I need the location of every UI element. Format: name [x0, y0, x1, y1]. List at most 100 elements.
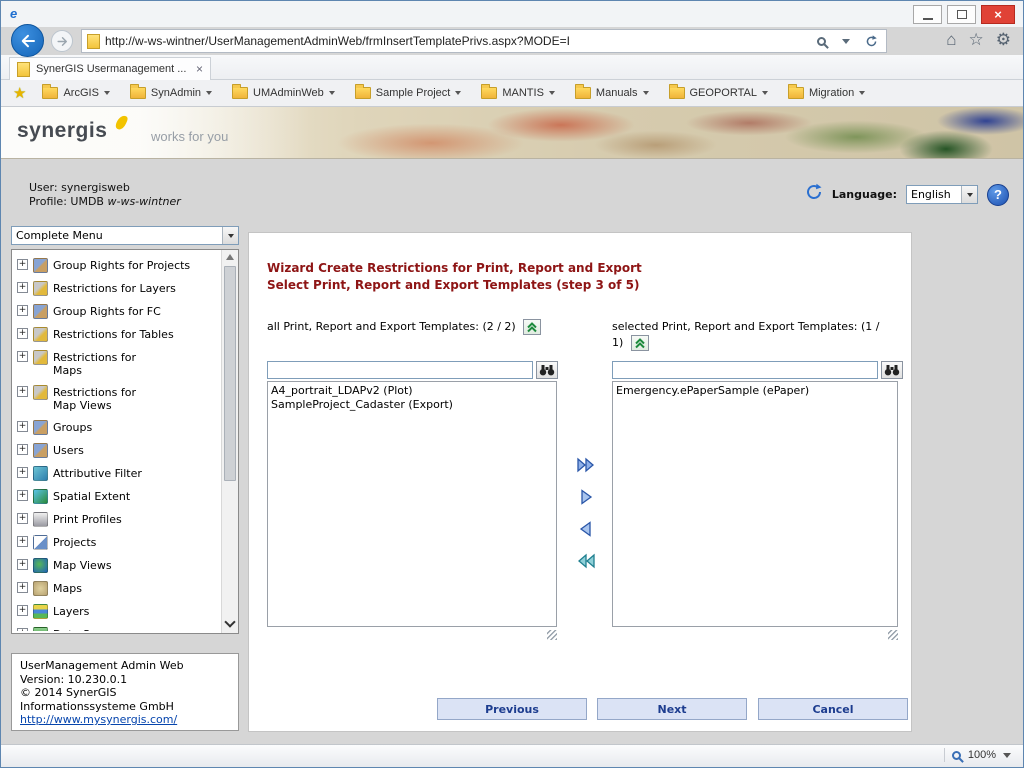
- back-button[interactable]: [11, 24, 44, 57]
- search-all-templates-button[interactable]: [536, 361, 558, 379]
- favorites-icon[interactable]: ☆: [969, 30, 984, 50]
- favorites-item-label: Sample Project: [376, 87, 451, 99]
- home-icon[interactable]: ⌂: [946, 30, 956, 50]
- all-templates-label: all Print, Report and Export Templates: …: [267, 319, 549, 335]
- forward-button[interactable]: [51, 30, 73, 52]
- tree-item[interactable]: Maps: [15, 577, 219, 600]
- settings-gear-icon[interactable]: ⚙: [996, 30, 1011, 50]
- expand-plus-icon[interactable]: [17, 513, 28, 524]
- expand-plus-icon[interactable]: [17, 582, 28, 593]
- refresh-icon[interactable]: [861, 31, 881, 51]
- scroll-down-icon[interactable]: [224, 616, 235, 627]
- favorites-bar-item[interactable]: GEOPORTAL: [669, 87, 768, 99]
- tree-item[interactable]: Restrictions for Layers: [15, 277, 219, 300]
- selected-templates-filter-input[interactable]: [612, 361, 878, 379]
- favorites-bar-item[interactable]: Sample Project: [355, 87, 462, 99]
- move-all-right-button[interactable]: [574, 453, 598, 477]
- favorites-bar-item[interactable]: Migration: [788, 87, 865, 99]
- move-right-button[interactable]: [574, 485, 598, 509]
- tab-close-icon[interactable]: ×: [196, 62, 203, 76]
- tree-item[interactable]: Map Views: [15, 554, 219, 577]
- resize-grip[interactable]: [547, 630, 557, 640]
- expand-plus-icon[interactable]: [17, 444, 28, 455]
- chevron-down-icon: [961, 186, 977, 203]
- language-label: Language:: [832, 188, 897, 201]
- expand-plus-icon[interactable]: [17, 305, 28, 316]
- cancel-button[interactable]: Cancel: [758, 698, 908, 720]
- url-input[interactable]: [105, 34, 806, 48]
- maximize-button[interactable]: [947, 5, 976, 24]
- zoom-magnifier-icon[interactable]: [952, 751, 961, 760]
- minimize-button[interactable]: [913, 5, 942, 24]
- favorites-bar-item[interactable]: MANTIS: [481, 87, 555, 99]
- browser-tab[interactable]: SynerGIS Usermanagement ... ×: [9, 57, 211, 80]
- tree-item[interactable]: Layers: [15, 600, 219, 623]
- selected-templates-listbox[interactable]: Emergency.ePaperSample (ePaper): [612, 381, 898, 627]
- chevron-down-icon: [329, 91, 335, 95]
- expand-plus-icon[interactable]: [17, 559, 28, 570]
- all-templates-listbox[interactable]: A4_portrait_LDAPv2 (Plot)SampleProject_C…: [267, 381, 557, 627]
- tree-item-label: Projects: [53, 535, 96, 549]
- chevron-down-icon[interactable]: [1003, 753, 1011, 758]
- tree-item[interactable]: Projects: [15, 531, 219, 554]
- chevron-down-icon: [762, 91, 768, 95]
- expand-plus-icon[interactable]: [17, 536, 28, 547]
- reload-language-icon[interactable]: [805, 183, 823, 206]
- tree-item[interactable]: Groups: [15, 416, 219, 439]
- menu-select[interactable]: Complete Menu: [11, 226, 239, 245]
- tree-item-list: Group Rights for Projects Restrictions f…: [15, 254, 219, 631]
- search-icon[interactable]: [811, 31, 831, 51]
- tree-item[interactable]: Data Sources: [15, 623, 219, 631]
- expand-plus-icon[interactable]: [17, 467, 28, 478]
- favorites-bar-item[interactable]: ArcGIS: [42, 87, 109, 99]
- expand-plus-icon[interactable]: [17, 605, 28, 616]
- tree-item[interactable]: Restrictions for Map Views: [15, 381, 219, 416]
- refresh-all-templates-button[interactable]: [523, 319, 541, 335]
- next-button[interactable]: Next: [597, 698, 747, 720]
- tree-item[interactable]: Attributive Filter: [15, 462, 219, 485]
- tree-scrollbar[interactable]: [221, 250, 238, 633]
- all-templates-filter-input[interactable]: [267, 361, 533, 379]
- tree-item[interactable]: Restrictions for Tables: [15, 323, 219, 346]
- previous-button[interactable]: Previous: [437, 698, 587, 720]
- expand-plus-icon[interactable]: [17, 351, 28, 362]
- list-item[interactable]: SampleProject_Cadaster (Export): [271, 398, 553, 412]
- favorites-bar-item[interactable]: UMAdminWeb: [232, 87, 335, 99]
- close-button[interactable]: ×: [981, 5, 1015, 24]
- move-left-button[interactable]: [574, 517, 598, 541]
- expand-plus-icon[interactable]: [17, 282, 28, 293]
- language-select[interactable]: English: [906, 185, 978, 204]
- expand-plus-icon[interactable]: [17, 386, 28, 397]
- refresh-selected-templates-button[interactable]: [631, 335, 649, 351]
- expand-plus-icon[interactable]: [17, 628, 28, 631]
- list-item[interactable]: A4_portrait_LDAPv2 (Plot): [271, 384, 553, 398]
- scrollbar-thumb[interactable]: [224, 266, 236, 481]
- tree-item[interactable]: Spatial Extent: [15, 485, 219, 508]
- search-selected-templates-button[interactable]: [881, 361, 903, 379]
- expand-plus-icon[interactable]: [17, 490, 28, 501]
- expand-plus-icon[interactable]: [17, 259, 28, 270]
- synergis-website-link[interactable]: http://www.mysynergis.com/: [20, 713, 177, 726]
- expand-plus-icon[interactable]: [17, 328, 28, 339]
- chevron-down-icon[interactable]: [836, 31, 856, 51]
- zoom-control: 100%: [944, 748, 1011, 762]
- tree-item[interactable]: Users: [15, 439, 219, 462]
- scroll-up-icon[interactable]: [226, 254, 234, 260]
- resize-grip[interactable]: [888, 630, 898, 640]
- expand-plus-icon[interactable]: [17, 421, 28, 432]
- tree-item[interactable]: Group Rights for Projects: [15, 254, 219, 277]
- favorites-bar-item[interactable]: SynAdmin: [130, 87, 212, 99]
- menu-selected-value: Complete Menu: [12, 229, 222, 242]
- tree-item-label: Restrictions for Layers: [53, 281, 176, 295]
- add-favorite-icon[interactable]: ★: [13, 84, 26, 102]
- help-button[interactable]: ?: [987, 184, 1009, 206]
- maps-icon: [33, 581, 48, 596]
- favorites-bar-item[interactable]: Manuals: [575, 87, 649, 99]
- tab-favicon: [17, 62, 30, 77]
- tree-item[interactable]: Restrictions for Maps: [15, 346, 219, 381]
- tree-item[interactable]: Group Rights for FC: [15, 300, 219, 323]
- users-icon: [33, 443, 48, 458]
- list-item[interactable]: Emergency.ePaperSample (ePaper): [616, 384, 894, 398]
- move-all-left-button[interactable]: [574, 549, 598, 573]
- tree-item[interactable]: Print Profiles: [15, 508, 219, 531]
